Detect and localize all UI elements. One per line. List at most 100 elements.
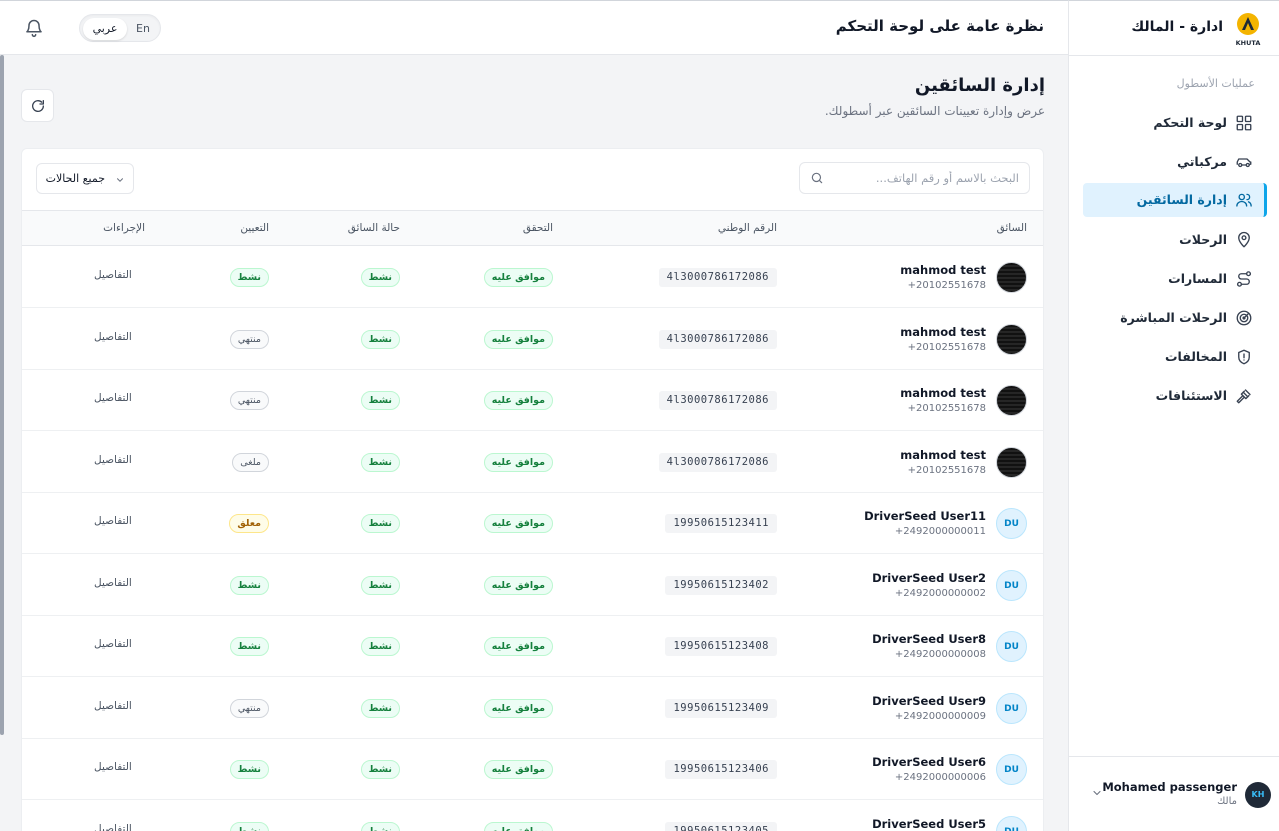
sidebar-item-live-trips[interactable]: الرحلات المباشرة: [1083, 301, 1267, 335]
sidebar-item-trips[interactable]: الرحلات: [1083, 223, 1267, 257]
column-header-national-id[interactable]: الرقم الوطني: [718, 222, 777, 234]
national-id: 4l3000786172086: [658, 329, 777, 349]
details-link[interactable]: التفاصيل: [94, 577, 132, 589]
national-id: 19950615123408: [665, 637, 777, 656]
sidebar-item-appeals[interactable]: الاستئنافات: [1083, 379, 1267, 413]
refresh-icon: [32, 100, 44, 112]
sidebar-item-dashboard[interactable]: لوحة التحكم: [1083, 106, 1267, 140]
table-row[interactable]: mahmod test +20102551678 4l3000786172086 مو…: [22, 432, 1043, 493]
driver-name: mahmod test: [900, 447, 986, 462]
assignment-badge: نشط: [229, 760, 269, 779]
table-row[interactable]: mahmod test +20102551678 4l3000786172086 مو…: [22, 370, 1043, 431]
details-link[interactable]: التفاصيل: [94, 638, 132, 650]
table-row[interactable]: mahmod test +20102551678 4l3000786172086 مو…: [22, 309, 1043, 370]
verification-badge: موافق عليه: [483, 821, 553, 831]
table-row[interactable]: DU DriverSeed User6 +2492000000006 19950615…: [22, 739, 1043, 800]
driver-status-badge: نشط: [360, 268, 400, 287]
shield-alert-icon: [1238, 349, 1250, 365]
sidebar-item-vehicles[interactable]: مركباتي: [1083, 145, 1267, 179]
language-toggle[interactable]: عربي En: [79, 14, 161, 42]
bell-icon[interactable]: [24, 18, 44, 38]
search-input[interactable]: [834, 163, 1019, 193]
sidebar-item-routes[interactable]: المسارات: [1083, 262, 1267, 296]
verification-badge: موافق عليه: [483, 575, 553, 595]
verification-badge: موافق عليه: [483, 760, 553, 779]
radar-icon: [1236, 310, 1252, 326]
national-id: 19950615123411: [665, 514, 777, 533]
driver-avatar: [996, 385, 1027, 416]
verification-badge: موافق عليه: [483, 391, 553, 410]
verification-badge: موافق عليه: [483, 698, 553, 718]
table-row[interactable]: DU DriverSeed User11 +2492000000011 1995061…: [22, 493, 1043, 554]
assignment-badge: نشط: [229, 575, 269, 595]
logo-wordmark: KHUTA: [1236, 39, 1261, 47]
driver-status-badge: نشط: [360, 452, 400, 472]
driver-name: DriverSeed User9: [872, 693, 986, 708]
sidebar-item-violations[interactable]: المخالفات: [1083, 340, 1267, 374]
driver-status-badge: نشط: [360, 760, 400, 779]
driver-phone: +20102551678: [907, 280, 986, 291]
app-root: عربي En نظرة عامة على لوحة التحكم KHUTA …: [0, 0, 1279, 831]
assignment-badge: ملغى: [232, 452, 269, 472]
driver-avatar: [996, 262, 1027, 293]
user-avatar: KH: [1245, 782, 1271, 808]
table-row[interactable]: mahmod test +20102551678 4l3000786172086 مو…: [22, 247, 1043, 308]
sidebar: KHUTA ادارة - المالك عمليات الأسطول لوحة…: [1068, 0, 1279, 831]
driver-phone: +2492000000002: [894, 587, 986, 599]
users-icon: [1236, 193, 1252, 207]
assignment-badge: منتهي: [229, 329, 269, 349]
gavel-icon: [1236, 389, 1251, 404]
driver-name: DriverSeed User5: [872, 816, 986, 831]
driver-avatar: [996, 446, 1027, 478]
driver-name: DriverSeed User6: [872, 755, 986, 769]
assignment-badge: منتهي: [229, 698, 269, 718]
driver-name: DriverSeed User2: [872, 570, 986, 585]
table-row[interactable]: DUDriverSeed User5+249200000000519950615…: [22, 801, 1043, 831]
column-header-driver[interactable]: السائق: [997, 222, 1027, 234]
verification-badge: موافق عليه: [483, 329, 553, 349]
details-link[interactable]: التفاصيل: [94, 454, 132, 466]
driver-status-badge: نشط: [360, 575, 400, 595]
refresh-button[interactable]: [21, 89, 54, 122]
page-scrollbar[interactable]: [0, 55, 4, 735]
column-header-assignment[interactable]: التعيين: [240, 222, 269, 234]
status-filter-select[interactable]: جميع الحالات: [36, 163, 134, 194]
driver-phone: +2492000000009: [894, 710, 986, 722]
chevron-down-icon[interactable]: [1091, 787, 1103, 799]
details-link[interactable]: التفاصيل: [94, 761, 132, 773]
details-link[interactable]: التفاصيل: [94, 515, 132, 527]
national-id: 4l3000786172086: [658, 268, 777, 287]
sidebar-item-label: الاستئنافات: [1155, 388, 1227, 403]
details-link[interactable]: التفاصيل: [94, 392, 132, 404]
verification-badge: موافق عليه: [483, 637, 553, 656]
search-icon: [811, 172, 823, 184]
driver-name: mahmod test: [900, 386, 986, 400]
details-link[interactable]: التفاصيل: [94, 823, 132, 831]
sidebar-item-label: المسارات: [1168, 271, 1227, 286]
details-link[interactable]: التفاصيل: [94, 269, 132, 281]
driver-status-badge: نشط: [360, 698, 400, 718]
chevron-down-icon: [116, 178, 124, 182]
lang-option-english[interactable]: En: [128, 18, 158, 40]
national-id: 4l3000786172086: [658, 452, 777, 472]
verification-badge: موافق عليه: [483, 514, 553, 533]
column-header-verification[interactable]: التحقق: [523, 222, 553, 234]
driver-status-badge: نشط: [360, 514, 400, 533]
table-row[interactable]: DU DriverSeed User8 +2492000000008 19950615…: [22, 616, 1043, 677]
page-subtitle: عرض وإدارة تعيينات السائقين عبر أسطولك.: [824, 104, 1045, 118]
sidebar-item-label: لوحة التحكم: [1153, 115, 1227, 130]
driver-status-badge: نشط: [360, 637, 400, 656]
map-pin-icon: [1238, 231, 1250, 248]
sidebar-item-drivers[interactable]: إدارة السائقين: [1083, 183, 1267, 217]
page-title: إدارة السائقين: [914, 75, 1045, 96]
user-menu[interactable]: KH Mohamed passenger مالك: [1083, 773, 1273, 817]
table-row[interactable]: DU DriverSeed User9 +2492000000009 19950615…: [22, 678, 1043, 739]
lang-option-arabic[interactable]: عربي: [83, 18, 127, 40]
national-id: 19950615123409: [665, 698, 777, 718]
details-link[interactable]: التفاصيل: [94, 700, 132, 712]
column-header-driver-status[interactable]: حالة السائق: [348, 222, 400, 234]
details-link[interactable]: التفاصيل: [94, 331, 132, 343]
table-header: السائق الرقم الوطني التحقق حالة السائق ا…: [22, 210, 1043, 246]
table-row[interactable]: DU DriverSeed User2 +2492000000002 19950615…: [22, 555, 1043, 616]
car-icon: [1236, 158, 1252, 168]
